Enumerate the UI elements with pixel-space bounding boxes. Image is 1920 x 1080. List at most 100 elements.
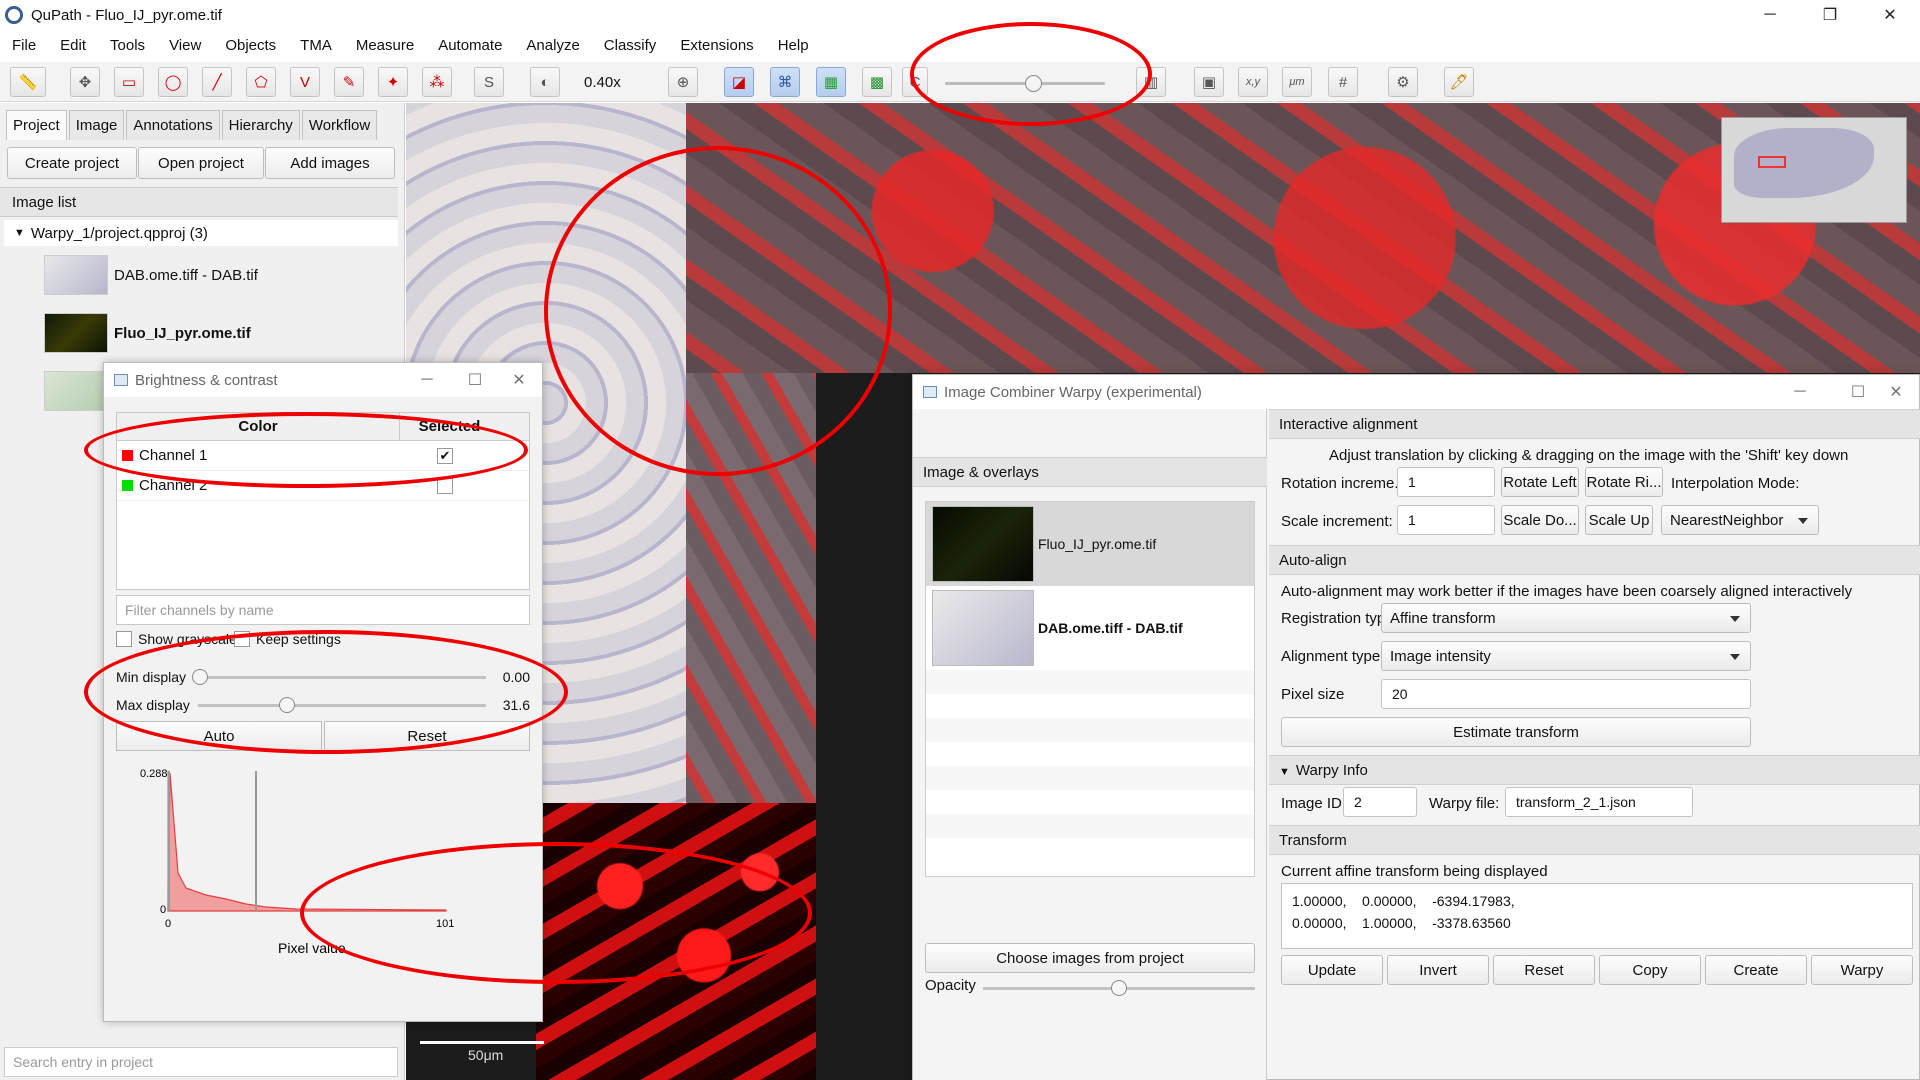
project-search-input[interactable]: Search entry in project	[4, 1047, 398, 1077]
rotate-left-button[interactable]: Rotate Left	[1501, 467, 1579, 497]
show-grayscale-option[interactable]: Show grayscale	[116, 631, 237, 647]
auto-button[interactable]: Auto	[116, 721, 322, 751]
min-display-slider[interactable]	[198, 676, 486, 679]
project-image-item[interactable]: DAB.ome.tiff - DAB.tif	[4, 246, 398, 304]
create-project-button[interactable]: Create project	[7, 147, 137, 179]
brightness-contrast-icon[interactable]: ◐	[530, 67, 560, 97]
restore-button[interactable]: ❐	[1805, 0, 1855, 30]
log-icon[interactable]: 🖊	[1444, 67, 1474, 97]
max-display-knob[interactable]	[279, 697, 295, 713]
warpy-info-header[interactable]: ▼ Warpy Info	[1269, 755, 1920, 785]
menu-edit[interactable]: Edit	[48, 37, 98, 54]
image-id-field[interactable]: 2	[1343, 787, 1417, 817]
opacity-slider-knob[interactable]	[1025, 75, 1042, 92]
tab-image[interactable]: Image	[68, 110, 125, 140]
choose-images-button[interactable]: Choose images from project	[925, 943, 1255, 973]
channel-selected-checkbox[interactable]: ✔	[437, 447, 453, 464]
wand-tool-icon[interactable]: ✦	[378, 67, 408, 97]
close-button[interactable]: ✕	[496, 363, 542, 397]
minimize-button[interactable]: ─	[1745, 0, 1795, 30]
project-tree-root[interactable]: ▼ Warpy_1/project.qpproj (3)	[4, 220, 398, 246]
selected-column-header[interactable]: Selected	[399, 413, 499, 440]
overlay-item-selected[interactable]: Fluo_IJ_pyr.ome.tif	[926, 502, 1254, 586]
estimate-transform-button[interactable]: Estimate transform	[1281, 717, 1751, 747]
cells-mode-icon[interactable]: C	[902, 67, 928, 97]
max-display-slider[interactable]	[198, 704, 486, 707]
rotate-right-button[interactable]: Rotate Ri...	[1585, 467, 1663, 497]
preferences-gear-icon[interactable]: ⚙	[1388, 67, 1418, 97]
menu-analyze[interactable]: Analyze	[514, 37, 591, 54]
move-tool-icon[interactable]: ✥	[70, 67, 100, 97]
overview-thumbnail[interactable]	[1721, 117, 1907, 223]
tab-hierarchy[interactable]: Hierarchy	[221, 110, 300, 140]
menu-file[interactable]: File	[0, 37, 48, 54]
project-image-item-selected[interactable]: Fluo_IJ_pyr.ome.tif	[4, 304, 398, 362]
warpy-file-field[interactable]: transform_2_1.json	[1505, 787, 1693, 817]
polyline-tool-icon[interactable]: V	[290, 67, 320, 97]
copy-button[interactable]: Copy	[1599, 955, 1701, 985]
reset-transform-button[interactable]: Reset	[1493, 955, 1595, 985]
menu-measure[interactable]: Measure	[344, 37, 426, 54]
expand-triangle-icon[interactable]: ▼	[14, 227, 25, 239]
overlay-item[interactable]: DAB.ome.tiff - DAB.tif	[926, 586, 1254, 670]
ellipse-tool-icon[interactable]: ◯	[158, 67, 188, 97]
menu-automate[interactable]: Automate	[426, 37, 514, 54]
measure-icon[interactable]: 📏	[10, 67, 46, 97]
zoom-to-fit-icon[interactable]: ⊕	[668, 67, 698, 97]
add-images-button[interactable]: Add images	[265, 147, 395, 179]
minimize-button[interactable]: ─	[404, 363, 450, 397]
minimize-button[interactable]: ─	[1777, 375, 1823, 409]
keep-settings-option[interactable]: Keep settings	[234, 631, 341, 647]
pixel-size-field[interactable]: 20	[1381, 679, 1751, 709]
menu-help[interactable]: Help	[766, 37, 821, 54]
update-button[interactable]: Update	[1281, 955, 1383, 985]
show-overview-icon[interactable]: ▣	[1194, 67, 1224, 97]
create-button[interactable]: Create	[1705, 955, 1807, 985]
fill-detections-icon[interactable]: ▩	[862, 67, 892, 97]
channel-filter-input[interactable]: Filter channels by name	[116, 595, 530, 625]
registration-type-select[interactable]: Affine transform	[1381, 603, 1751, 633]
menu-tma[interactable]: TMA	[288, 37, 344, 54]
rotation-increment-field[interactable]: 1	[1397, 467, 1495, 497]
line-tool-icon[interactable]: ╱	[202, 67, 232, 97]
reset-button[interactable]: Reset	[324, 721, 530, 751]
rectangle-tool-icon[interactable]: ▭	[114, 67, 144, 97]
brush-tool-icon[interactable]: ✎	[334, 67, 364, 97]
show-detections-icon[interactable]: ▦	[816, 67, 846, 97]
warpy-button[interactable]: Warpy	[1811, 955, 1913, 985]
show-annotations-icon[interactable]: ◪	[724, 67, 754, 97]
menu-tools[interactable]: Tools	[98, 37, 157, 54]
maximize-button[interactable]: ☐	[452, 363, 498, 397]
close-button[interactable]: ✕	[1873, 375, 1919, 409]
tma-grid-icon[interactable]: ⌘	[770, 67, 800, 97]
opacity-slider[interactable]	[945, 75, 1105, 92]
transform-matrix-text[interactable]: 1.00000, 0.00000, -6394.17983, 0.00000, …	[1281, 883, 1913, 949]
show-scalebar-icon[interactable]: μm	[1282, 67, 1312, 97]
points-tool-icon[interactable]: ⁂	[422, 67, 452, 97]
polygon-tool-icon[interactable]: ⬠	[246, 67, 276, 97]
collapse-triangle-icon[interactable]: ▼	[1279, 766, 1290, 778]
min-display-knob[interactable]	[192, 669, 208, 685]
interpolation-mode-select[interactable]: NearestNeighbor	[1661, 505, 1819, 535]
overview-toggle-icon[interactable]: ▥	[1136, 67, 1166, 97]
channel-selected-checkbox[interactable]	[437, 477, 453, 494]
tab-project[interactable]: Project	[6, 110, 67, 140]
menu-classify[interactable]: Classify	[592, 37, 669, 54]
opacity-slider-knob[interactable]	[1111, 980, 1127, 996]
show-location-icon[interactable]: x,y	[1238, 67, 1268, 97]
menu-objects[interactable]: Objects	[213, 37, 288, 54]
tab-workflow[interactable]: Workflow	[301, 110, 378, 140]
show-grayscale-checkbox[interactable]	[116, 631, 132, 647]
scale-down-button[interactable]: Scale Do...	[1501, 505, 1579, 535]
selection-mode-icon[interactable]: S	[474, 67, 504, 97]
open-project-button[interactable]: Open project	[138, 147, 264, 179]
tab-annotations[interactable]: Annotations	[126, 110, 220, 140]
show-grid-icon[interactable]: #	[1328, 67, 1358, 97]
scale-up-button[interactable]: Scale Up	[1585, 505, 1653, 535]
channel-row[interactable]: Channel 2	[117, 471, 529, 501]
channel-row[interactable]: Channel 1 ✔	[117, 441, 529, 471]
menu-view[interactable]: View	[157, 37, 213, 54]
scale-increment-field[interactable]: 1	[1397, 505, 1495, 535]
alignment-type-select[interactable]: Image intensity	[1381, 641, 1751, 671]
color-column-header[interactable]: Color	[117, 413, 399, 440]
